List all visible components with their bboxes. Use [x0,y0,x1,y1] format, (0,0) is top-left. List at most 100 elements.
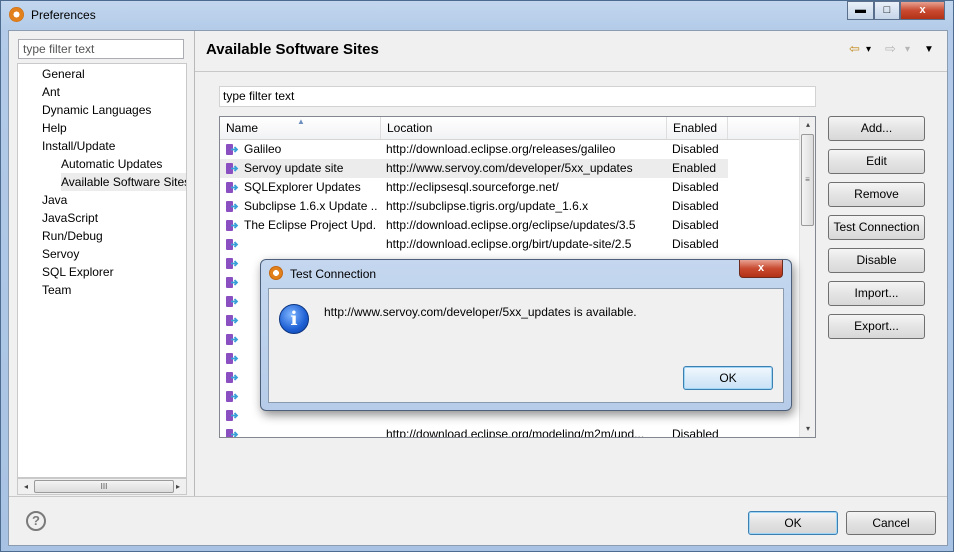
cell-name: Subclipse 1.6.x Update ... [244,199,377,213]
preferences-navigation-pane: type filter text General Ant Dynamic Langu… [9,31,195,496]
column-header-name-label: Name [226,121,259,135]
tree-item[interactable]: Ant [42,83,60,101]
table-row[interactable]: SQLExplorer Updates http://eclipsesql.sou… [220,178,728,197]
table-vertical-scrollbar[interactable]: ▴ ≡ ▾ [799,117,815,437]
close-button[interactable]: x [900,1,945,20]
dialog-ok-button[interactable]: OK [683,366,773,390]
cell-location: http://subclipse.tigris.org/update_1.6.x [386,199,589,213]
table-row[interactable]: Servoy update site http://www.servoy.com/… [220,159,728,178]
view-menu-icon[interactable]: ▼ [924,44,934,55]
tree-item[interactable]: Automatic Updates [61,155,162,173]
cell-location: http://download.eclipse.org/eclipse/upda… [386,218,636,232]
column-header-location[interactable]: Location [381,117,667,139]
column-header-enabled[interactable]: Enabled [667,117,728,139]
test-connection-dialog: Test Connection x i http://www.servoy.co… [260,259,792,411]
update-site-icon [225,162,239,175]
update-site-icon [225,352,239,365]
cell-enabled: Enabled [672,161,717,175]
tree-item[interactable]: Dynamic Languages [42,101,151,119]
title-bar[interactable]: Preferences ▬ □ x [1,1,953,29]
update-site-icon [225,276,239,289]
scroll-right-arrow-icon[interactable]: ▸ [171,480,185,493]
cell-location: http://www.servoy.com/developer/5xx_upda… [386,161,633,175]
forward-arrow-icon[interactable]: ⇨ [885,41,896,57]
update-site-icon [225,219,239,232]
tree-item[interactable]: Servoy [42,245,79,263]
back-dropdown-icon[interactable]: ▾ [866,44,871,55]
tree-item[interactable]: JavaScript [42,209,98,227]
tree-item[interactable]: General [42,65,85,83]
update-site-icon [225,238,239,251]
tree-item[interactable]: Run/Debug [42,227,103,245]
remove-button[interactable]: Remove [828,182,925,207]
footer-separator [9,496,947,497]
back-arrow-icon[interactable]: ⇦ [849,41,860,57]
tree-item[interactable]: Available Software Sites [61,173,186,191]
scroll-left-arrow-icon[interactable]: ◂ [19,480,33,493]
update-site-icon [225,257,239,270]
disable-button[interactable]: Disable [828,248,925,273]
servoy-app-icon [9,7,24,22]
update-site-icon [225,390,239,403]
cell-name: The Eclipse Project Upd... [244,218,377,232]
tree-item[interactable]: Team [42,281,71,299]
sort-ascending-icon: ▲ [297,117,305,126]
scroll-down-arrow-icon[interactable]: ▾ [800,421,815,437]
tree-item[interactable]: Install/Update [42,137,115,155]
cell-location: http://download.eclipse.org/modeling/m2m… [386,427,645,438]
test-connection-button[interactable]: Test Connection [828,215,925,240]
cell-name [244,235,377,254]
ok-button[interactable]: OK [748,511,838,535]
tree-item[interactable]: Help [42,119,67,137]
table-row[interactable]: http://download.eclipse.org/birt/update-… [220,235,728,254]
table-row[interactable]: Galileo http://download.eclipse.org/relea… [220,140,728,159]
update-site-icon [225,181,239,194]
scroll-up-arrow-icon[interactable]: ▴ [800,117,815,133]
window-title: Preferences [31,8,96,22]
cell-name: Galileo [244,142,282,156]
update-site-icon [225,371,239,384]
dialog-title: Test Connection [290,267,377,281]
cell-name: SQLExplorer Updates [244,180,361,194]
update-site-icon [225,333,239,346]
tree-horizontal-scrollbar[interactable]: ◂ III ▸ [17,478,187,495]
cell-enabled: Disabled [672,142,719,156]
scroll-thumb[interactable]: ≡ [801,134,814,226]
cell-location: http://download.eclipse.org/releases/gal… [386,142,616,156]
edit-button[interactable]: Edit [828,149,925,174]
sites-filter-input[interactable]: type filter text [219,86,816,107]
tree-filter-input[interactable]: type filter text [18,39,184,59]
cell-name: Servoy update site [244,161,344,175]
update-site-icon [225,409,239,422]
forward-dropdown-icon[interactable]: ▾ [905,44,910,55]
tree-item[interactable]: Java [42,191,67,209]
help-icon[interactable]: ? [26,511,46,531]
preferences-window: Preferences ▬ □ x type filter text Gener… [0,0,954,552]
tree-item[interactable]: SQL Explorer [42,263,114,281]
scroll-thumb[interactable]: III [34,480,174,493]
dialog-close-button[interactable]: x [739,260,783,278]
info-icon: i [279,304,309,334]
import-button[interactable]: Import... [828,281,925,306]
cell-enabled: Disabled [672,237,719,251]
cell-location: http://eclipsesql.sourceforge.net/ [386,180,559,194]
cell-enabled: Disabled [672,199,719,213]
dialog-body: i http://www.servoy.com/developer/5xx_up… [268,288,784,403]
cancel-button[interactable]: Cancel [846,511,936,535]
export-button[interactable]: Export... [828,314,925,339]
table-header: Name ▲ Location Enabled [220,117,799,140]
cell-enabled: Disabled [672,180,719,194]
column-header-name[interactable]: Name ▲ [220,117,381,139]
preferences-tree: General Ant Dynamic Languages Help Install/U… [17,63,187,478]
maximize-button[interactable]: □ [874,1,900,20]
table-row[interactable]: The Eclipse Project Upd... http://downloa… [220,216,728,235]
update-site-icon [225,143,239,156]
update-site-icon [225,314,239,327]
minimize-button[interactable]: ▬ [847,1,874,20]
header-separator [195,71,947,72]
cell-name [244,425,377,437]
page-title: Available Software Sites [206,41,379,58]
table-row[interactable]: http://download.eclipse.org/modeling/m2m… [220,425,728,438]
add-button[interactable]: Add... [828,116,925,141]
table-row[interactable]: Subclipse 1.6.x Update ... http://subclip… [220,197,728,216]
